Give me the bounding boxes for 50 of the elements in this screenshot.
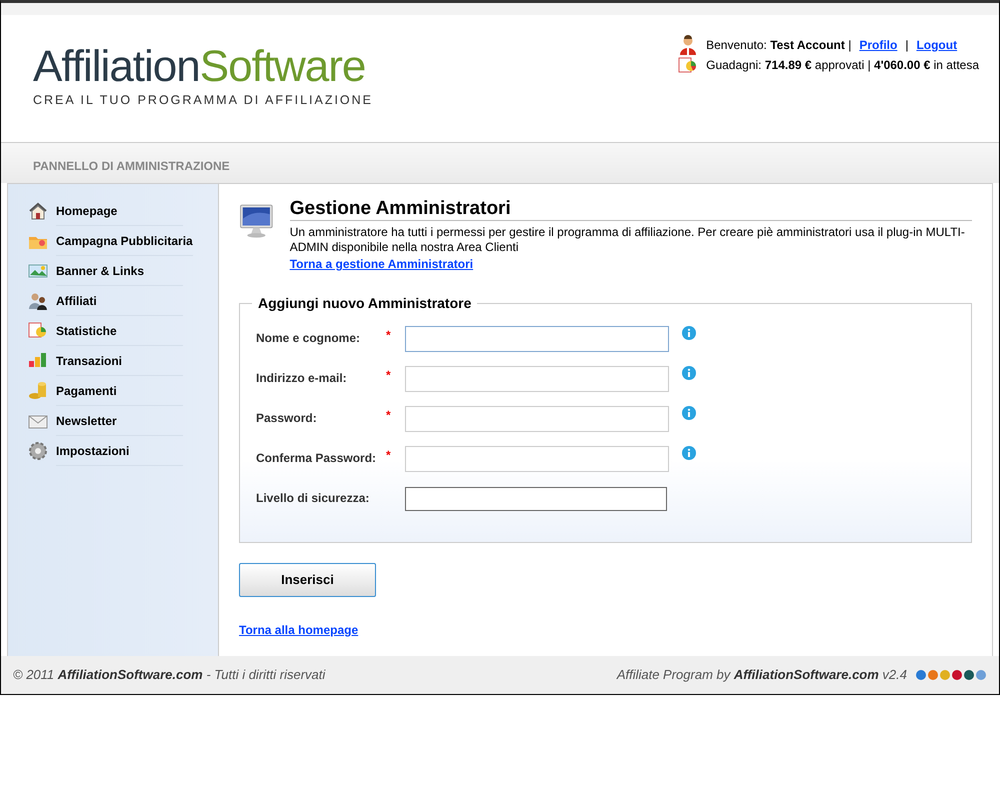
form-legend: Aggiungi nuovo Amministratore	[252, 295, 478, 311]
logo-title: AffiliationSoftware	[33, 45, 366, 89]
sidebar-item[interactable]: Statistiche	[56, 316, 183, 346]
required-mark: *	[386, 407, 392, 424]
sidebar-item[interactable]: Banner & Links	[56, 256, 183, 286]
field-label: Password:	[256, 410, 318, 427]
sidebar-item[interactable]: Campagna Pubblicitaria	[56, 226, 193, 256]
user-icon	[678, 35, 698, 55]
info-icon[interactable]	[682, 326, 696, 340]
field-label: Livello di sicurezza:	[256, 490, 370, 507]
browser-icons-drawing	[915, 669, 987, 681]
info-icon[interactable]	[682, 406, 696, 420]
separator-text: |	[905, 37, 908, 54]
copyright-text: © 2011 AffiliationSoftware.com - Tutti i diritti riservati	[13, 666, 326, 684]
sidebar-item[interactable]: Impostazioni	[56, 436, 183, 466]
strength-meter[interactable]	[405, 487, 667, 511]
logout-link[interactable]: Logout	[916, 35, 958, 55]
back-link[interactable]: Torna a gestione Amministratori	[290, 257, 474, 271]
homepage-link[interactable]: Torna alla homepage	[239, 623, 358, 637]
coins-icon	[28, 381, 48, 401]
page-description: Un amministratore ha tutti i permessi per gestire il programma di affiliazione. Per creare piè amministratori usa il plug-in MULTI-ADMIN disponibile nella nostra Area Clienti	[290, 225, 966, 255]
field-label: Conferma Password:	[256, 450, 378, 467]
info-icon[interactable]	[682, 446, 696, 460]
required-mark: *	[386, 367, 392, 384]
welcome-text: Benvenuto: Test Account |	[706, 37, 852, 54]
submit-button[interactable]: Inserisci	[239, 563, 376, 597]
input-field[interactable]	[405, 326, 669, 352]
sidebar-item[interactable]: Transazioni	[56, 346, 183, 376]
required-mark: *	[386, 447, 392, 464]
sidebar-item[interactable]: Newsletter	[56, 406, 183, 436]
logo-tagline: CREA IL TUO PROGRAMMA DI AFFILIAZIONE	[33, 92, 374, 109]
chart-icon	[678, 56, 698, 74]
gear-icon	[28, 441, 48, 461]
field-label: Nome e cognome:	[256, 330, 362, 347]
profile-link[interactable]: Profilo	[859, 35, 898, 55]
sidebar-item[interactable]: Affiliati	[56, 286, 183, 316]
earnings-text: Guadagni: 714.89 € approvati | 4'060.00 € in attesa	[706, 57, 979, 74]
sidebar-item[interactable]: Pagamenti	[56, 376, 183, 406]
home-icon	[28, 201, 48, 221]
page-title: Gestione Amministratori	[290, 198, 972, 221]
credits-text: Affiliate Program by AffiliationSoftware.com v2.4	[616, 666, 907, 684]
info-icon[interactable]	[682, 366, 696, 380]
input-field[interactable]	[405, 406, 669, 432]
input-field[interactable]	[405, 446, 669, 472]
input-field[interactable]	[405, 366, 669, 392]
required-mark: *	[386, 327, 392, 344]
panel-title: PANNELLO DI AMMINISTRAZIONE	[33, 159, 230, 173]
sidebar-item[interactable]: Homepage	[56, 196, 183, 226]
people-icon	[28, 291, 48, 311]
field-label: Indirizzo e-mail:	[256, 370, 348, 387]
